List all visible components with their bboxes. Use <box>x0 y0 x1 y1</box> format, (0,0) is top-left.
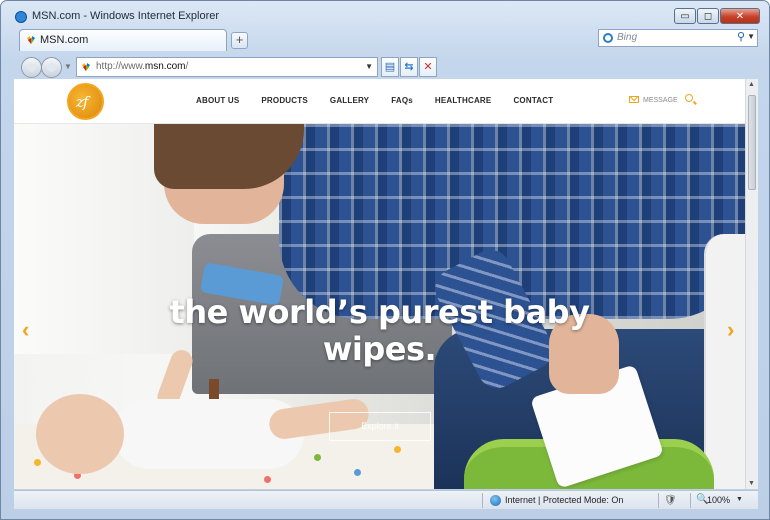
search-placeholder: Bing <box>617 32 638 43</box>
tab-msn[interactable]: MSN.com <box>19 29 227 51</box>
back-button[interactable] <box>21 57 42 78</box>
chevron-right-icon[interactable]: › <box>727 317 734 343</box>
search-dropdown-icon[interactable]: ▼ <box>747 32 755 41</box>
nav-healthcare[interactable]: HEALTHCARE <box>435 96 492 105</box>
window-title: MSN.com - Windows Internet Explorer <box>32 10 220 22</box>
explore-button[interactable]: Explore it <box>329 412 431 441</box>
maximize-button[interactable]: ◻ <box>697 8 719 24</box>
url-suffix: / <box>185 61 189 72</box>
refresh-button[interactable]: ⇆ <box>400 57 418 77</box>
hero-headline: the world’s purest baby wipes. <box>14 294 745 368</box>
nav-contact[interactable]: CONTACT <box>513 96 553 105</box>
status-separator <box>482 493 483 508</box>
nav-faqs[interactable]: FAQs <box>391 96 413 105</box>
nav-products[interactable]: PRODUCTS <box>261 96 308 105</box>
hero-headline-line1: the world’s purest baby <box>169 293 590 331</box>
url-prefix: http://www. <box>96 61 145 72</box>
nav-about-us[interactable]: ABOUT US <box>196 96 239 105</box>
stop-button[interactable]: ✕ <box>419 57 437 77</box>
bing-icon <box>603 33 613 43</box>
compatibility-view-button[interactable]: ▤ <box>381 57 399 77</box>
message-label: MESSAGE <box>643 97 678 104</box>
envelope-icon <box>629 96 639 103</box>
new-tab-button[interactable]: + <box>231 32 248 49</box>
status-separator <box>658 493 659 508</box>
status-bar: Internet | Protected Mode: On 🛡 🔍 100% ▼ <box>14 490 758 509</box>
zoom-level[interactable]: 100% <box>707 495 730 505</box>
ie-app-icon <box>15 11 27 23</box>
hero-headline-line2: wipes. <box>322 330 437 368</box>
search-icon[interactable]: ⚲ <box>737 30 745 43</box>
logo-text: zf <box>76 93 89 111</box>
msn-butterfly-icon <box>27 36 35 44</box>
hero-photo-sofa-leg <box>209 379 219 401</box>
forward-button[interactable] <box>41 57 62 78</box>
tab-label: MSN.com <box>40 34 89 46</box>
history-dropdown-icon[interactable]: ▼ <box>64 62 72 71</box>
navigation-bar: ▼ http://www.msn.com/ ▼ ▤ ⇆ ✕ <box>9 55 761 79</box>
zoom-dropdown-icon[interactable]: ▼ <box>736 496 743 503</box>
close-button[interactable]: ✕ <box>720 8 760 24</box>
search-icon[interactable] <box>685 94 693 102</box>
nav-gallery[interactable]: GALLERY <box>330 96 369 105</box>
globe-icon <box>490 495 501 506</box>
security-zone[interactable]: Internet | Protected Mode: On <box>505 495 623 505</box>
message-link[interactable]: MESSAGE <box>629 96 678 104</box>
window-controls: ▭ ◻ ✕ <box>673 8 760 24</box>
page-viewport: zf ABOUT US PRODUCTS GALLERY FAQs HEALTH… <box>14 79 745 489</box>
address-bar[interactable]: http://www.msn.com/ ▼ <box>76 57 378 77</box>
status-separator <box>690 493 691 508</box>
url-domain: msn.com <box>144 61 186 72</box>
chevron-left-icon[interactable]: ‹ <box>22 317 29 343</box>
search-input[interactable]: Bing ⚲ ▼ <box>598 29 758 47</box>
site-header: zf ABOUT US PRODUCTS GALLERY FAQs HEALTH… <box>14 79 745 124</box>
vertical-scrollbar[interactable]: ▲ ▼ <box>745 79 758 489</box>
title-bar: MSN.com - Windows Internet Explorer ▭ ◻ … <box>1 1 769 29</box>
browser-window: MSN.com - Windows Internet Explorer ▭ ◻ … <box>0 0 770 520</box>
protected-mode-icon[interactable]: 🛡 <box>664 495 677 506</box>
scroll-down-icon[interactable]: ▼ <box>748 480 755 487</box>
scroll-up-icon[interactable]: ▲ <box>748 81 755 88</box>
address-dropdown-icon[interactable]: ▼ <box>365 62 373 71</box>
site-logo[interactable]: zf <box>67 83 104 120</box>
scroll-thumb[interactable] <box>748 95 756 190</box>
hero-banner: the world’s purest baby wipes. Explore i… <box>14 124 745 489</box>
minimize-button[interactable]: ▭ <box>674 8 696 24</box>
msn-butterfly-icon <box>82 63 90 71</box>
site-nav: ABOUT US PRODUCTS GALLERY FAQs HEALTHCAR… <box>196 96 575 105</box>
address-url: http://www.msn.com/ <box>96 61 188 72</box>
hero-photo-baby-head <box>36 394 124 474</box>
